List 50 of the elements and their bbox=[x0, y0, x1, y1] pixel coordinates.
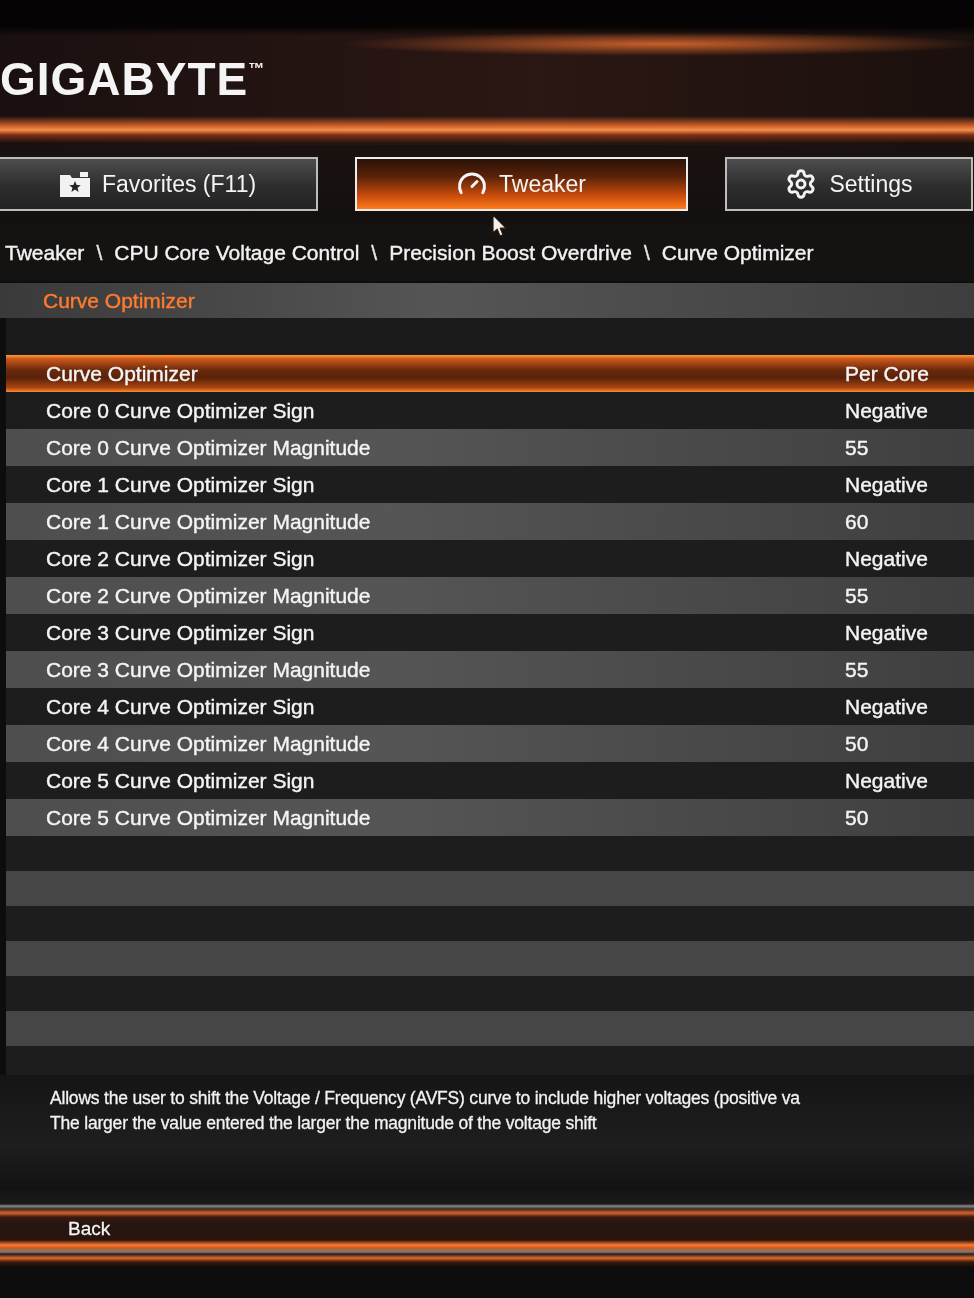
help-text: The larger the value entered the larger the magnitude of the voltage shift bbox=[50, 1112, 597, 1135]
setting-value: Negative bbox=[845, 546, 928, 571]
setting-label: Core 2 Curve Optimizer Sign bbox=[46, 546, 315, 571]
setting-label: Core 4 Curve Optimizer Sign bbox=[46, 694, 315, 719]
setting-value: Negative bbox=[845, 620, 928, 645]
setting-label: Core 0 Curve Optimizer Magnitude bbox=[46, 435, 371, 460]
setting-row[interactable]: Curve Optimizer Per Core bbox=[6, 355, 974, 392]
breadcrumb-item: Precision Boost Overdrive bbox=[389, 241, 632, 265]
setting-value: Negative bbox=[845, 694, 928, 719]
setting-value: Negative bbox=[845, 768, 928, 793]
setting-label: Core 0 Curve Optimizer Sign bbox=[46, 398, 315, 423]
setting-value: Per Core bbox=[845, 361, 930, 386]
breadcrumb-separator: \ bbox=[96, 241, 103, 265]
setting-row[interactable]: Core 5 Curve Optimizer Magnitude 50 bbox=[6, 799, 974, 836]
setting-row[interactable]: Core 3 Curve Optimizer Magnitude 55 bbox=[6, 651, 974, 688]
setting-label: Core 5 Curve Optimizer Magnitude bbox=[46, 805, 371, 830]
breadcrumb-item: CPU Core Voltage Control bbox=[114, 241, 360, 265]
setting-label: Core 4 Curve Optimizer Magnitude bbox=[46, 731, 371, 756]
star-folder-icon bbox=[59, 171, 90, 197]
back-button[interactable]: Back bbox=[68, 1218, 111, 1240]
breadcrumb-item: Curve Optimizer bbox=[661, 241, 814, 265]
setting-label: Core 3 Curve Optimizer Magnitude bbox=[46, 657, 371, 682]
setting-label: Core 5 Curve Optimizer Sign bbox=[46, 768, 315, 793]
setting-row[interactable]: Core 0 Curve Optimizer Magnitude 55 bbox=[6, 429, 974, 466]
section-title: Curve Optimizer bbox=[43, 288, 195, 313]
setting-label: Core 1 Curve Optimizer Sign bbox=[46, 472, 315, 497]
setting-label: Core 2 Curve Optimizer Magnitude bbox=[46, 583, 371, 608]
setting-row[interactable]: Core 2 Curve Optimizer Magnitude 55 bbox=[6, 577, 974, 614]
setting-value: 50 bbox=[845, 731, 869, 756]
setting-value: 55 bbox=[845, 583, 869, 608]
setting-value: 50 bbox=[845, 805, 869, 830]
brand-logo: GIGABYTE$^{™}$ bbox=[0, 55, 266, 102]
setting-value: 60 bbox=[845, 509, 869, 534]
menu-tab[interactable]: Favorites (F11) bbox=[0, 157, 318, 211]
menu-tab[interactable]: Tweaker bbox=[355, 157, 688, 211]
breadcrumb-item: Tweaker bbox=[5, 241, 85, 265]
setting-value: 55 bbox=[845, 657, 869, 682]
menu-tab[interactable]: Settings bbox=[725, 157, 973, 211]
mouse-pointer-icon bbox=[492, 214, 508, 237]
help-text: Allows the user to shift the Voltage / Frequency (AVFS) curve to include higher voltages (positive va bbox=[50, 1087, 800, 1110]
setting-row[interactable]: Core 4 Curve Optimizer Magnitude 50 bbox=[6, 725, 974, 762]
setting-label: Curve Optimizer bbox=[46, 361, 198, 386]
setting-value: Negative bbox=[845, 472, 928, 497]
setting-label: Core 1 Curve Optimizer Magnitude bbox=[46, 509, 371, 534]
setting-value: 55 bbox=[845, 435, 869, 460]
setting-value: Negative bbox=[845, 398, 928, 423]
setting-row[interactable]: Core 1 Curve Optimizer Magnitude 60 bbox=[6, 503, 974, 540]
breadcrumb-separator: \ bbox=[643, 241, 650, 265]
setting-label: Core 3 Curve Optimizer Sign bbox=[46, 620, 315, 645]
breadcrumb-separator: \ bbox=[371, 241, 378, 265]
